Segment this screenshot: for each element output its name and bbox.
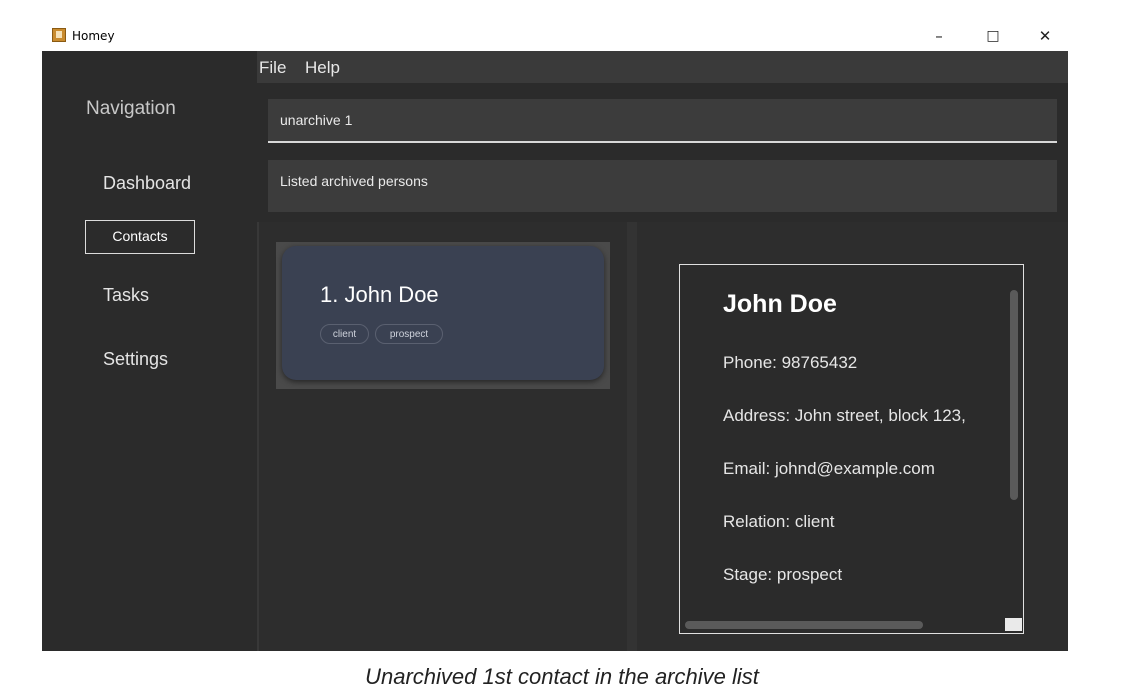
- app-icon: [52, 28, 66, 42]
- detail-address: Address: John street, block 123,: [723, 406, 966, 425]
- tag-client: client: [320, 324, 369, 344]
- detail-name: John Doe: [723, 290, 837, 318]
- sidebar-item-tasks[interactable]: Tasks: [103, 285, 149, 306]
- horizontal-scrollbar[interactable]: [685, 621, 923, 629]
- maximize-button[interactable]: □: [970, 22, 1016, 51]
- title-bar: Homey – □ ✕: [42, 22, 1068, 51]
- sidebar: Navigation Dashboard Contacts Tasks Sett…: [42, 51, 257, 651]
- split-divider[interactable]: [627, 222, 637, 651]
- detail-stage: Stage: prospect: [723, 565, 843, 584]
- contact-index: 1.: [320, 282, 339, 307]
- sidebar-item-dashboard[interactable]: Dashboard: [103, 173, 191, 194]
- detail-relation: Relation: client: [723, 512, 835, 531]
- window-title: Homey: [72, 29, 115, 43]
- sidebar-item-settings[interactable]: Settings: [103, 349, 168, 370]
- detail-phone: Phone: 98765432: [723, 353, 858, 372]
- figure-caption: Unarchived 1st contact in the archive li…: [365, 664, 759, 689]
- result-display: Listed archived persons: [268, 160, 1057, 212]
- navigation-title: Navigation: [86, 98, 176, 119]
- scroll-corner: [1005, 618, 1022, 631]
- menu-help[interactable]: Help: [305, 58, 340, 78]
- detail-email: Email: johnd@example.com: [723, 459, 935, 478]
- sidebar-item-contacts[interactable]: Contacts: [85, 220, 195, 254]
- contact-card-name: 1. John Doe: [320, 282, 439, 308]
- menu-bar: File Help: [257, 51, 1068, 83]
- menu-file[interactable]: File: [259, 58, 286, 78]
- vertical-scrollbar[interactable]: [1010, 290, 1018, 500]
- tag-prospect: prospect: [375, 324, 443, 344]
- minimize-button[interactable]: –: [916, 22, 962, 51]
- contact-card[interactable]: [282, 246, 604, 380]
- close-button[interactable]: ✕: [1022, 22, 1068, 51]
- contact-name: John Doe: [344, 282, 439, 307]
- command-input[interactable]: unarchive 1: [268, 99, 1057, 143]
